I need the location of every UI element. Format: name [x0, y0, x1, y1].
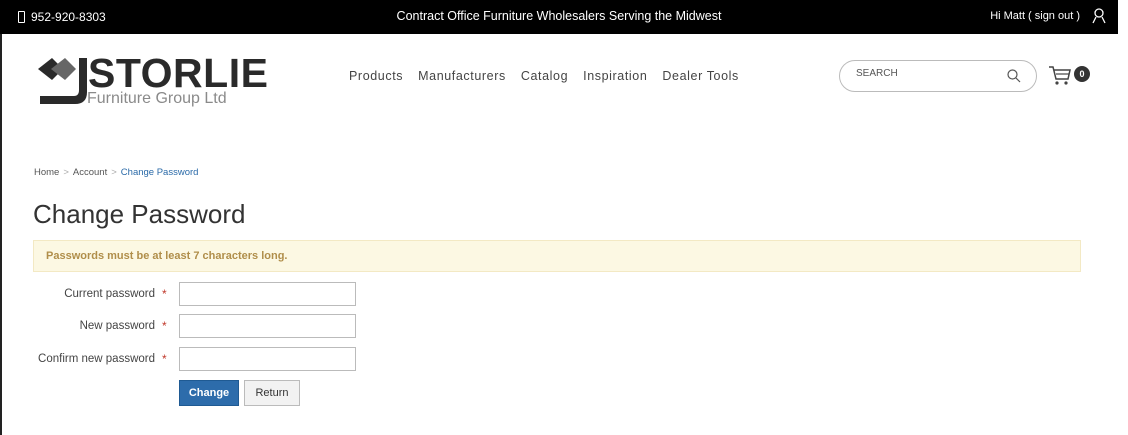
breadcrumb-separator: > — [111, 167, 117, 178]
shopping-cart-icon — [1049, 66, 1071, 85]
new-password-field[interactable] — [179, 314, 356, 338]
nav-catalog[interactable]: Catalog — [521, 69, 568, 83]
phone-number[interactable]: 952-920-8303 — [18, 10, 106, 24]
confirm-password-label: Confirm new password — [38, 353, 155, 365]
nav-products[interactable]: Products — [349, 69, 403, 83]
new-password-label: New password — [79, 320, 155, 332]
search-icon[interactable] — [1006, 68, 1022, 84]
notice-text: Passwords must be at least 7 characters … — [46, 250, 288, 262]
phone-text: 952-920-8303 — [31, 10, 106, 24]
breadcrumb-home[interactable]: Home — [34, 167, 59, 178]
change-button[interactable]: Change — [179, 380, 239, 406]
current-password-field[interactable] — [179, 282, 356, 306]
logo-subtitle: Furniture Group Ltd — [87, 90, 227, 107]
search-box — [839, 60, 1037, 92]
nav-dealer-tools[interactable]: Dealer Tools — [662, 69, 738, 83]
greeting: Hi Matt — [990, 10, 1026, 22]
new-password-row: New password * — [0, 314, 400, 338]
nav-manufacturers[interactable]: Manufacturers — [418, 69, 506, 83]
confirm-password-field[interactable] — [179, 347, 356, 371]
breadcrumb-current: Change Password — [120, 167, 199, 178]
top-bar: 952-920-8303 Contract Office Furniture W… — [0, 0, 1118, 34]
required-marker: * — [162, 352, 167, 366]
current-password-row: Current password * — [0, 282, 400, 306]
breadcrumb-separator: > — [63, 167, 69, 178]
user-icon[interactable] — [1092, 8, 1106, 24]
nav-inspiration[interactable]: Inspiration — [583, 69, 647, 83]
password-notice: Passwords must be at least 7 characters … — [33, 240, 1081, 272]
storlie-logo[interactable]: STORLIE Furniture Group Ltd — [30, 50, 268, 130]
cart[interactable]: 0 — [1048, 64, 1098, 86]
sign-out-link[interactable]: ( sign out ) — [1028, 10, 1080, 22]
main-nav: Products Manufacturers Catalog Inspirati… — [349, 69, 754, 83]
account-area: Hi Matt ( sign out ) — [990, 8, 1106, 24]
breadcrumb: Home > Account > Change Password — [34, 167, 198, 178]
search-input[interactable] — [856, 68, 996, 79]
breadcrumb-account[interactable]: Account — [73, 167, 107, 178]
required-marker: * — [162, 287, 167, 301]
cart-count-badge: 0 — [1074, 66, 1090, 82]
logo-mark-icon — [38, 58, 87, 104]
return-button[interactable]: Return — [244, 380, 300, 406]
tagline: Contract Office Furniture Wholesalers Se… — [396, 9, 722, 23]
page-title: Change Password — [33, 199, 246, 229]
mobile-phone-icon — [18, 11, 25, 23]
required-marker: * — [162, 319, 167, 333]
confirm-password-row: Confirm new password * — [0, 347, 400, 371]
current-password-label: Current password — [64, 288, 155, 300]
